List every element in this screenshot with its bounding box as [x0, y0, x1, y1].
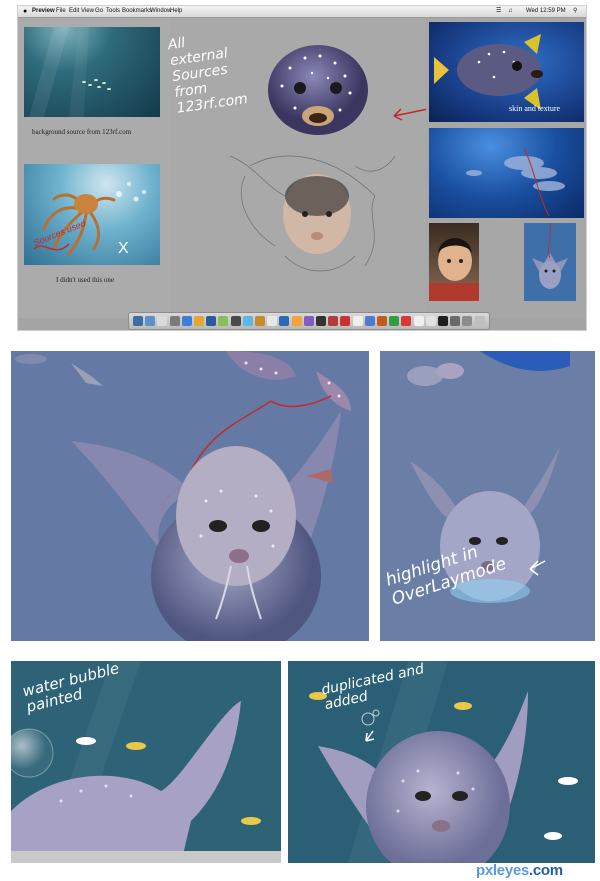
octopus-photo-thumbnail[interactable]	[24, 164, 160, 265]
menu-item-bookmarks[interactable]: Bookmarks	[122, 6, 152, 17]
creature-preview-thumbnail[interactable]	[524, 223, 576, 301]
pufferfish-graphic	[268, 45, 368, 135]
spotlight-search-icon[interactable]: ⚲	[573, 6, 577, 17]
duplicate-detail-image: duplicated and added	[288, 661, 595, 863]
desktop-screenshot: ● Preview File Edit View Go Tools Bookma…	[17, 5, 587, 331]
app-menu[interactable]: Preview	[32, 6, 55, 17]
dock-app-icon[interactable]	[194, 316, 204, 326]
dock-app-icon[interactable]	[340, 316, 351, 326]
preview-canvas[interactable]: All external Sources from 123rf.com	[166, 18, 429, 318]
creature-large-graphic	[15, 351, 351, 641]
volume-icon[interactable]: ♫	[508, 6, 513, 17]
watermark-brand: pxleyes	[476, 862, 529, 879]
baby-face-graphic	[429, 238, 479, 301]
unused-source-caption: I didn't used this one	[56, 276, 115, 284]
sharks-photo-thumbnail[interactable]	[429, 128, 584, 218]
pxleyes-watermark: pxleyes.com	[476, 862, 563, 879]
dock-app-icon[interactable]	[450, 316, 461, 326]
dock-app-icon[interactable]	[352, 316, 363, 326]
dock-app-icon[interactable]	[425, 316, 436, 326]
dock-app-icon[interactable]	[474, 316, 485, 326]
menu-item-window[interactable]: Window	[150, 6, 171, 17]
light-rays-graphic	[29, 27, 111, 117]
dock-app-icon[interactable]	[181, 316, 192, 326]
menu-item-view[interactable]: View	[81, 6, 94, 17]
left-source-column: background source from 123rf.com Sources…	[18, 18, 170, 318]
creature-progress-image-small: highlight in OverLaymode	[380, 351, 595, 641]
dock-app-icon[interactable]	[157, 316, 168, 326]
octopus-graphic	[33, 182, 146, 256]
dock-app-icon[interactable]	[316, 316, 326, 326]
watermark-suffix: .com	[528, 862, 563, 879]
sketch-lines-graphic	[229, 155, 396, 272]
dock-app-icon[interactable]	[303, 316, 314, 326]
dock-app-icon[interactable]	[364, 316, 375, 326]
menu-item-go[interactable]: Go	[95, 6, 103, 17]
menu-item-edit[interactable]: Edit	[69, 6, 79, 17]
dock-app-icon[interactable]	[206, 316, 217, 326]
menu-item-file[interactable]: File	[56, 6, 66, 17]
dock-app-icon[interactable]	[401, 316, 412, 326]
dock-app-icon[interactable]	[389, 316, 400, 326]
wifi-icon[interactable]: ☰	[496, 6, 501, 17]
dock-app-icon[interactable]	[291, 316, 302, 326]
yellow-fin-fish-graphic	[434, 34, 543, 110]
menu-bar: ● Preview File Edit View Go Tools Bookma…	[18, 6, 586, 18]
menu-item-tools[interactable]: Tools	[106, 6, 120, 17]
dock-app-icon[interactable]	[145, 316, 156, 326]
right-source-column: skin and texture	[426, 18, 586, 318]
creature-progress-image-large	[11, 351, 369, 641]
dock-app-icon[interactable]	[242, 316, 253, 326]
dock-app-icon[interactable]	[413, 316, 424, 326]
red-arrow-icon	[393, 108, 429, 121]
bubble-detail-image: water bubble painted	[11, 661, 281, 863]
cross-mark: X	[118, 240, 129, 257]
dock-app-icon[interactable]	[279, 316, 290, 326]
dock-app-icon[interactable]	[169, 316, 180, 326]
background-source-caption: background source from 123rf.com	[32, 128, 132, 136]
underwater-background-thumbnail[interactable]	[24, 27, 160, 117]
dock-app-icon[interactable]	[255, 316, 265, 326]
all-sources-note: All external Sources from 123rf.com	[166, 35, 249, 117]
baby-photo-thumbnail[interactable]	[429, 223, 479, 301]
dock-app-icon[interactable]	[133, 316, 143, 326]
dock-app-icon[interactable]	[218, 316, 229, 326]
dock-app-icon[interactable]	[438, 316, 448, 326]
sharks-graphic	[466, 147, 565, 217]
dock	[128, 312, 490, 330]
menu-item-help[interactable]: Help	[170, 6, 182, 17]
creature-small-graphic	[532, 223, 568, 289]
dock-app-icon[interactable]	[462, 316, 473, 326]
apple-menu-icon[interactable]: ●	[23, 6, 27, 17]
skin-texture-caption: skin and texture	[509, 104, 561, 113]
dock-app-icon[interactable]	[377, 316, 387, 326]
menu-clock[interactable]: Wed 12:59 PM	[526, 6, 566, 17]
pufferfish-photo-thumbnail[interactable]: skin and texture	[429, 22, 584, 122]
dock-app-icon[interactable]	[267, 316, 278, 326]
dock-app-icon[interactable]	[328, 316, 339, 326]
dock-app-icon[interactable]	[230, 316, 241, 326]
